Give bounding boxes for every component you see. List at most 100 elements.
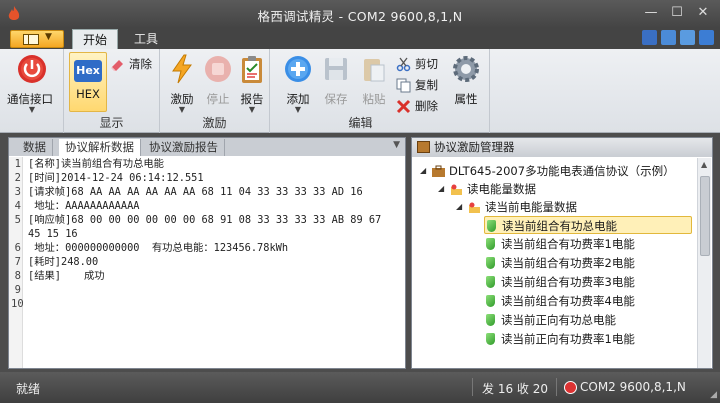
code-line: [结果] xyxy=(28,270,61,282)
stop-icon xyxy=(205,56,231,82)
ribbon-tab-row: ▼ 开始 工具 xyxy=(0,28,720,49)
data-panel: 数据 协议解析数据 协议激励报告 ▼ 1 2 3 4 5 6 7 8 9 10 … xyxy=(8,137,406,369)
delete-label: 删除 xyxy=(415,99,438,113)
collapse-arrow-icon[interactable]: ◢ xyxy=(420,162,426,180)
tab-tools[interactable]: 工具 xyxy=(124,29,168,49)
port-label: COM2 9600,8,1,N xyxy=(580,380,686,394)
paste-label: 粘贴 xyxy=(362,92,386,106)
eraser-icon xyxy=(111,60,123,71)
parse-output[interactable]: 1 2 3 4 5 6 7 8 9 10 [名称]读当前组合有功总电能 [时间]… xyxy=(9,157,405,368)
toolbox-icon xyxy=(432,165,445,177)
hex-icon: Hex xyxy=(74,60,102,82)
ribbon: 通信接口 ▼ Hex HEX 清除 显示 激励 ▼ 停止 报告 ▼ 激励 添加 … xyxy=(0,49,720,133)
chevron-down-icon: ▼ xyxy=(45,32,52,42)
power-icon xyxy=(18,55,46,83)
feedback-icon[interactable] xyxy=(680,30,695,45)
code-line: [名称]读当前组合有功总电能 xyxy=(28,158,164,170)
line-number: 8 xyxy=(14,270,21,282)
port-status[interactable]: COM2 9600,8,1,N xyxy=(564,380,686,394)
gear-icon xyxy=(453,56,479,82)
separator xyxy=(472,378,473,396)
group-label-edit: 编辑 xyxy=(348,116,373,130)
line-number: 6 xyxy=(14,242,21,254)
group-edit: 添加 ▼ 保存 粘贴 剪切 复制 删除 属性 编辑 xyxy=(270,49,490,133)
panel-header: 协议激励管理器 xyxy=(412,138,712,157)
code-line: 地址：000000000000 有功总电能：123456.78kWh xyxy=(28,242,289,254)
copy-icon xyxy=(396,78,411,93)
code-line: [时间]2014-12-24 06:14:12.551 xyxy=(28,172,204,184)
copy-label: 复制 xyxy=(415,78,438,92)
help-icon[interactable] xyxy=(642,30,657,45)
tab-data[interactable]: 数据 xyxy=(17,139,53,156)
tab-stimulus-report[interactable]: 协议激励报告 xyxy=(143,139,225,156)
panel-icon xyxy=(23,34,39,45)
window-title: 格西调试精灵 - COM2 9600,8,1,N xyxy=(257,9,463,24)
status-ready: 就绪 xyxy=(16,382,41,396)
code-line: 地址：AAAAAAAAAAAA xyxy=(28,200,140,212)
group-connect: 通信接口 ▼ xyxy=(0,49,64,133)
line-number: 2 xyxy=(14,172,21,184)
cut-button[interactable]: 剪切 xyxy=(396,55,438,73)
scroll-thumb[interactable] xyxy=(700,176,710,256)
line-number: 4 xyxy=(14,200,21,212)
tree-scrollbar[interactable]: ▲ xyxy=(697,158,711,368)
tab-protocol-parse[interactable]: 协议解析数据 xyxy=(59,139,141,156)
gem-icon xyxy=(486,238,495,250)
gem-icon xyxy=(486,295,495,307)
code-line: 45 15 16 xyxy=(28,228,78,240)
clear-button[interactable]: 清除 xyxy=(110,55,152,73)
result-success: 成功 xyxy=(84,270,105,282)
chevron-down-icon: ▼ xyxy=(248,105,256,114)
group-display: Hex HEX 清除 显示 xyxy=(64,49,160,133)
line-number: 9 xyxy=(14,284,21,296)
line-number: 10 xyxy=(11,298,24,310)
group-label-stimulus: 激励 xyxy=(202,116,227,130)
folder-star-icon xyxy=(469,202,480,213)
collapse-arrow-icon[interactable]: ◢ xyxy=(456,198,462,216)
line-number: 5 xyxy=(14,214,21,226)
line-number: 7 xyxy=(14,256,21,268)
delete-icon xyxy=(396,99,411,114)
maximize-button[interactable]: ☐ xyxy=(664,3,690,23)
properties-button[interactable]: 属性 xyxy=(444,54,488,107)
paste-button[interactable]: 粘贴 xyxy=(352,54,396,107)
group-label-display: 显示 xyxy=(99,116,124,130)
connect-button[interactable]: 通信接口 ▼ xyxy=(7,54,54,114)
clear-label: 清除 xyxy=(129,57,152,71)
save-icon xyxy=(325,58,347,80)
status-bar: 就绪 发 16 收 20 COM2 9600,8,1,N ◢ xyxy=(0,372,720,403)
copy-button[interactable]: 复制 xyxy=(396,76,438,94)
tree-item-selected[interactable]: 读当前组合有功总电能 xyxy=(484,216,692,234)
panel-title: 协议激励管理器 xyxy=(434,140,515,154)
resize-grip-icon[interactable]: ◢ xyxy=(710,390,717,400)
toolbox-icon xyxy=(417,141,430,153)
chevron-down-icon[interactable]: ▼ xyxy=(393,140,400,150)
info-icon[interactable] xyxy=(699,30,714,45)
code-line: [请求帧]68 AA AA AA AA AA AA 68 11 04 33 33… xyxy=(28,186,363,198)
gem-icon xyxy=(486,333,495,345)
shirt-icon[interactable] xyxy=(661,30,676,45)
lightning-icon xyxy=(172,54,192,84)
scroll-up-icon[interactable]: ▲ xyxy=(701,160,707,169)
folder-star-icon xyxy=(451,184,462,195)
properties-label: 属性 xyxy=(454,92,478,106)
paste-icon xyxy=(364,59,385,82)
delete-button[interactable]: 删除 xyxy=(396,97,438,115)
title-bar: 格西调试精灵 - COM2 9600,8,1,N — ☐ ✕ xyxy=(0,0,720,28)
power-icon xyxy=(564,381,577,394)
tx-rx-counts: 发 16 收 20 xyxy=(482,382,548,396)
app-menu-button[interactable]: ▼ xyxy=(10,30,64,48)
line-number: 1 xyxy=(14,158,21,170)
hex-toggle[interactable]: Hex HEX xyxy=(69,52,107,112)
code-line: [响应帧]68 00 00 00 00 00 00 68 91 08 33 33… xyxy=(28,214,382,226)
line-gutter: 1 2 3 4 5 6 7 8 9 10 xyxy=(9,157,24,368)
panel-tabs: 数据 协议解析数据 协议激励报告 ▼ xyxy=(9,138,405,156)
close-button[interactable]: ✕ xyxy=(690,3,716,23)
cut-label: 剪切 xyxy=(415,57,438,71)
minimize-button[interactable]: — xyxy=(638,3,664,23)
line-number: 3 xyxy=(14,186,21,198)
report-button[interactable]: 报告 ▼ xyxy=(230,54,274,114)
collapse-arrow-icon[interactable]: ◢ xyxy=(438,180,444,198)
tab-start[interactable]: 开始 xyxy=(72,29,119,49)
gem-icon xyxy=(486,314,495,326)
